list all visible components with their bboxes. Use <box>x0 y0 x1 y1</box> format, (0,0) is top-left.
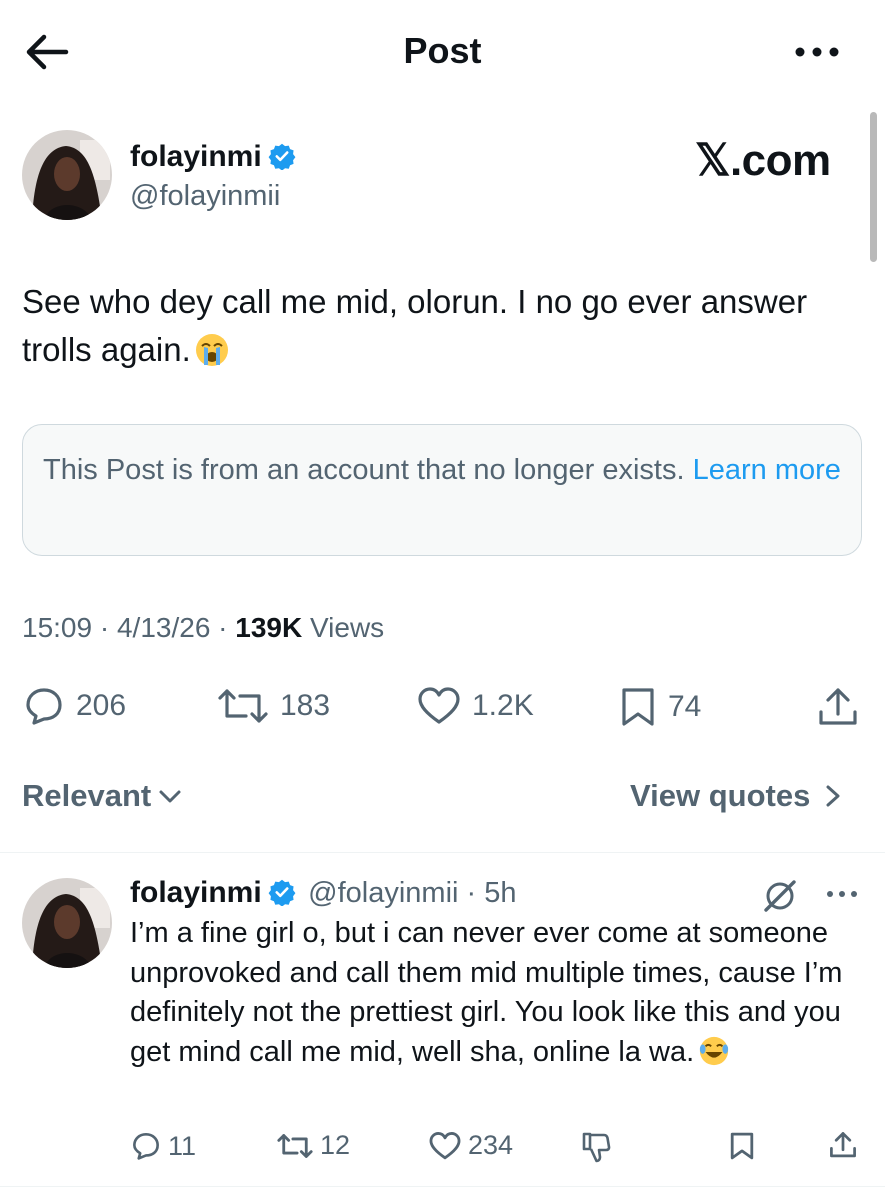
grok-button[interactable] <box>760 876 800 916</box>
reply-more-button[interactable] <box>822 880 862 908</box>
post-timestamp-line: 15:09 · 4/13/26 · 139K Views <box>22 612 385 643</box>
bookmark-icon <box>622 688 654 726</box>
bookmark-icon <box>730 1132 754 1160</box>
reply-icon <box>26 688 62 725</box>
post-text: See who dey call me mid, olorun. I no go… <box>22 278 862 374</box>
page-title: Post <box>403 30 482 71</box>
face-with-tears-of-joy-icon <box>698 1035 730 1067</box>
reply-like-count: 234 <box>468 1130 514 1160</box>
view-quotes-label: View quotes <box>630 778 811 813</box>
view-quotes-link[interactable]: View quotes <box>630 778 846 814</box>
more-horizontal-icon <box>795 47 839 57</box>
repost-count: 183 <box>280 689 331 722</box>
share-button[interactable] <box>816 686 860 728</box>
learn-more-link[interactable]: Learn more <box>693 454 841 486</box>
more-horizontal-icon <box>827 891 857 897</box>
views-label: Views <box>310 612 385 643</box>
divider <box>0 1186 885 1187</box>
post-date[interactable]: 4/13/26 <box>117 612 210 643</box>
watermark-logo: 𝕏.com <box>695 136 831 185</box>
reply-reply-count: 11 <box>168 1130 197 1161</box>
chevron-right-icon <box>826 785 840 807</box>
reply-sort-dropdown[interactable]: Relevant <box>22 778 183 814</box>
post-text-content: See who dey call me mid, olorun. I no go… <box>22 283 808 368</box>
author-handle[interactable]: @folayinmii <box>130 180 280 213</box>
reply-like-button[interactable]: 234 <box>428 1130 513 1161</box>
like-button[interactable]: 1.2K <box>416 686 534 726</box>
reply-icon <box>133 1133 159 1160</box>
verified-badge-icon <box>268 142 296 170</box>
reply-text: I’m a fine girl o, but i can never ever … <box>130 914 860 1072</box>
chevron-down-icon <box>159 790 181 803</box>
notice-text: This Post is from an account that no lon… <box>43 454 685 486</box>
heart-icon <box>418 687 460 724</box>
like-count: 1.2K <box>472 689 534 722</box>
heart-icon <box>429 1131 461 1159</box>
reply-repost-button[interactable]: 12 <box>276 1130 350 1161</box>
reply-avatar[interactable] <box>22 878 112 968</box>
dislike-button[interactable] <box>580 1130 612 1164</box>
reply-reply-button[interactable]: 11 <box>130 1130 196 1162</box>
bookmark-button[interactable]: 74 <box>618 686 701 728</box>
avatar[interactable] <box>22 130 112 220</box>
scrollbar[interactable] <box>870 112 877 262</box>
reply-share-button[interactable] <box>828 1130 858 1160</box>
reply-author-name[interactable]: folayinmi <box>130 876 262 909</box>
views-count: 139K <box>235 612 303 643</box>
reply-count: 206 <box>76 689 127 722</box>
post-author[interactable]: folayinmi <box>130 140 296 174</box>
reply-bookmark-button[interactable] <box>728 1130 756 1162</box>
repost-button[interactable]: 183 <box>216 686 330 726</box>
reply-button[interactable]: 206 <box>22 686 126 726</box>
divider <box>0 852 885 853</box>
loudly-crying-face-icon <box>195 333 229 367</box>
repost-icon <box>218 689 268 723</box>
reply-handle-time[interactable]: @folayinmii · 5h <box>308 877 516 909</box>
thumbs-down-icon <box>582 1132 611 1163</box>
bookmark-count: 74 <box>668 690 702 723</box>
reply-header: folayinmi @folayinmii · 5h <box>130 876 517 910</box>
grok-icon <box>764 880 796 912</box>
author-name: folayinmi <box>130 140 262 173</box>
unavailable-post-notice: This Post is from an account that no lon… <box>22 424 862 556</box>
sort-label: Relevant <box>22 778 152 813</box>
verified-badge-icon <box>268 878 296 906</box>
share-icon <box>819 688 857 725</box>
more-options-button[interactable] <box>790 36 844 68</box>
repost-icon <box>277 1133 313 1158</box>
reply-repost-count: 12 <box>320 1130 351 1160</box>
share-icon <box>830 1132 856 1158</box>
reply-text-content: I’m a fine girl o, but i can never ever … <box>130 917 843 1068</box>
post-time[interactable]: 15:09 <box>22 612 92 643</box>
